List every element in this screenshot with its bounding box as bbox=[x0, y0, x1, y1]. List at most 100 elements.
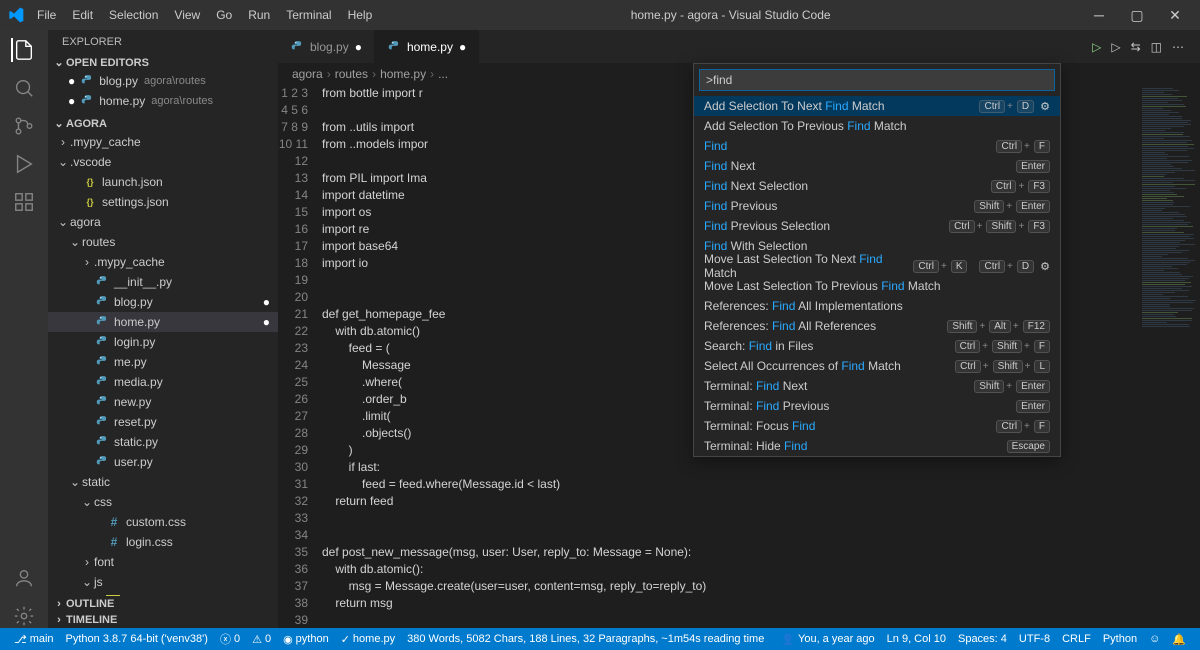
editor-tab[interactable]: home.py● bbox=[375, 30, 479, 63]
file-row[interactable]: #login.css bbox=[48, 532, 278, 552]
folder-row[interactable]: ⌄static bbox=[48, 472, 278, 492]
file-row[interactable]: new.py bbox=[48, 392, 278, 412]
explorer-icon[interactable] bbox=[11, 38, 35, 62]
palette-item[interactable]: Terminal: Find PreviousEnter bbox=[694, 396, 1060, 416]
modified-indicator[interactable]: ● bbox=[459, 40, 466, 54]
file-row[interactable]: home.py ● bbox=[48, 312, 278, 332]
source-control-icon[interactable] bbox=[12, 114, 36, 138]
close-button[interactable]: ✕ bbox=[1158, 0, 1192, 30]
menu-terminal[interactable]: Terminal bbox=[279, 4, 338, 26]
status-item[interactable]: Python 3.8.7 64-bit ('venv38') bbox=[60, 631, 214, 647]
status-item[interactable]: CRLF bbox=[1056, 633, 1097, 646]
py-icon bbox=[94, 294, 110, 310]
palette-item[interactable]: Move Last Selection To Next Find MatchCt… bbox=[694, 256, 1060, 276]
palette-item[interactable]: Terminal: Hide FindEscape bbox=[694, 436, 1060, 456]
status-item[interactable]: ☺ bbox=[1143, 633, 1166, 646]
file-row[interactable]: #custom.css bbox=[48, 512, 278, 532]
status-item[interactable]: Ln 9, Col 10 bbox=[881, 633, 952, 646]
compare-button[interactable]: ⇆ bbox=[1131, 40, 1141, 54]
settings-icon[interactable] bbox=[12, 604, 36, 628]
file-row[interactable]: media.py bbox=[48, 372, 278, 392]
status-item[interactable]: UTF-8 bbox=[1013, 633, 1056, 646]
palette-item[interactable]: Move Last Selection To Previous Find Mat… bbox=[694, 276, 1060, 296]
more-actions-button[interactable]: ⋯ bbox=[1172, 40, 1184, 54]
file-row[interactable]: user.py bbox=[48, 452, 278, 472]
breadcrumb-segment[interactable]: ... bbox=[438, 67, 448, 81]
open-editors-list: ●blog.pyagora\routes●home.pyagora\routes bbox=[48, 71, 278, 115]
palette-item[interactable]: Find NextEnter bbox=[694, 156, 1060, 176]
status-item[interactable]: 🔔 bbox=[1166, 633, 1192, 646]
palette-item[interactable]: Find Previous SelectionCtrl+Shift+F3 bbox=[694, 216, 1060, 236]
palette-item[interactable]: Find Next SelectionCtrl+F3 bbox=[694, 176, 1060, 196]
run-debug-icon[interactable] bbox=[12, 152, 36, 176]
maximize-button[interactable]: ▢ bbox=[1120, 0, 1154, 30]
breadcrumb-segment[interactable]: routes bbox=[335, 67, 368, 81]
menu-edit[interactable]: Edit bbox=[65, 4, 100, 26]
py-icon bbox=[94, 314, 110, 330]
editor-tab[interactable]: blog.py● bbox=[278, 30, 375, 63]
status-item[interactable]: ⓧ0 bbox=[214, 631, 246, 647]
menu-help[interactable]: Help bbox=[341, 4, 380, 26]
debug-button[interactable]: ▷ bbox=[1111, 40, 1120, 54]
palette-item[interactable]: References: Find All Implementations bbox=[694, 296, 1060, 316]
menu-go[interactable]: Go bbox=[209, 4, 239, 26]
file-row[interactable]: {}launch.json bbox=[48, 172, 278, 192]
status-item[interactable]: Python bbox=[1097, 633, 1143, 646]
palette-item[interactable]: Terminal: Focus FindCtrl+F bbox=[694, 416, 1060, 436]
status-item[interactable]: ◉python bbox=[277, 631, 335, 647]
palette-item[interactable]: Select All Occurrences of Find MatchCtrl… bbox=[694, 356, 1060, 376]
folder-row[interactable]: ⌄routes bbox=[48, 232, 278, 252]
minimize-button[interactable]: ─ bbox=[1082, 0, 1116, 30]
status-item[interactable]: Spaces: 4 bbox=[952, 633, 1013, 646]
palette-item[interactable]: Add Selection To Next Find MatchCtrl+D⚙ bbox=[694, 96, 1060, 116]
file-row[interactable]: {}settings.json bbox=[48, 192, 278, 212]
folder-row[interactable]: ›.mypy_cache bbox=[48, 132, 278, 152]
file-row[interactable]: login.py bbox=[48, 332, 278, 352]
modified-indicator[interactable]: ● bbox=[355, 40, 362, 54]
open-editor-item[interactable]: ●blog.pyagora\routes bbox=[48, 71, 278, 91]
extensions-icon[interactable] bbox=[12, 190, 36, 214]
gear-icon[interactable]: ⚙ bbox=[1040, 260, 1050, 273]
palette-item[interactable]: Add Selection To Previous Find Match bbox=[694, 116, 1060, 136]
file-row[interactable]: __init__.py bbox=[48, 272, 278, 292]
status-item[interactable]: 👤You, a year ago bbox=[775, 633, 880, 646]
menu-run[interactable]: Run bbox=[241, 4, 277, 26]
file-row[interactable]: reset.py bbox=[48, 412, 278, 432]
breadcrumb-segment[interactable]: home.py bbox=[380, 67, 426, 81]
file-row[interactable]: blog.py ● bbox=[48, 292, 278, 312]
search-icon[interactable] bbox=[12, 76, 36, 100]
palette-item[interactable]: Terminal: Find NextShift+Enter bbox=[694, 376, 1060, 396]
open-editors-header[interactable]: ⌄OPEN EDITORS bbox=[48, 54, 278, 71]
gear-icon[interactable]: ⚙ bbox=[1040, 100, 1050, 113]
open-editor-item[interactable]: ●home.pyagora\routes bbox=[48, 91, 278, 111]
project-header[interactable]: ⌄AGORA bbox=[48, 115, 278, 132]
file-row[interactable]: static.py bbox=[48, 432, 278, 452]
menu-selection[interactable]: Selection bbox=[102, 4, 165, 26]
folder-row[interactable]: ›.mypy_cache bbox=[48, 252, 278, 272]
breadcrumb-segment[interactable]: agora bbox=[292, 67, 323, 81]
split-editor-button[interactable]: ◫ bbox=[1151, 40, 1162, 54]
status-item[interactable]: ✓home.py bbox=[335, 631, 401, 647]
app-icon bbox=[8, 7, 24, 23]
folder-row[interactable]: ⌄css bbox=[48, 492, 278, 512]
outline-header[interactable]: ›OUTLINE bbox=[48, 596, 278, 612]
folder-row[interactable]: ⌄.vscode bbox=[48, 152, 278, 172]
menu-view[interactable]: View bbox=[167, 4, 207, 26]
folder-row[interactable]: ⌄js bbox=[48, 572, 278, 592]
minimap[interactable] bbox=[1140, 85, 1200, 628]
status-item[interactable]: ⚠0 bbox=[246, 631, 277, 647]
palette-item[interactable]: FindCtrl+F bbox=[694, 136, 1060, 156]
menu-file[interactable]: File bbox=[30, 4, 63, 26]
folder-row[interactable]: ⌄agora bbox=[48, 212, 278, 232]
status-item[interactable]: ⎇main bbox=[8, 631, 60, 647]
account-icon[interactable] bbox=[12, 566, 36, 590]
timeline-header[interactable]: ›TIMELINE bbox=[48, 612, 278, 628]
status-item[interactable]: 380 Words, 5082 Chars, 188 Lines, 32 Par… bbox=[401, 631, 770, 647]
file-row[interactable]: me.py bbox=[48, 352, 278, 372]
run-button[interactable]: ▷ bbox=[1092, 40, 1101, 54]
command-palette-input[interactable] bbox=[699, 69, 1055, 91]
palette-item[interactable]: Search: Find in FilesCtrl+Shift+F bbox=[694, 336, 1060, 356]
folder-row[interactable]: ›font bbox=[48, 552, 278, 572]
palette-item[interactable]: References: Find All ReferencesShift+Alt… bbox=[694, 316, 1060, 336]
palette-item[interactable]: Find PreviousShift+Enter bbox=[694, 196, 1060, 216]
